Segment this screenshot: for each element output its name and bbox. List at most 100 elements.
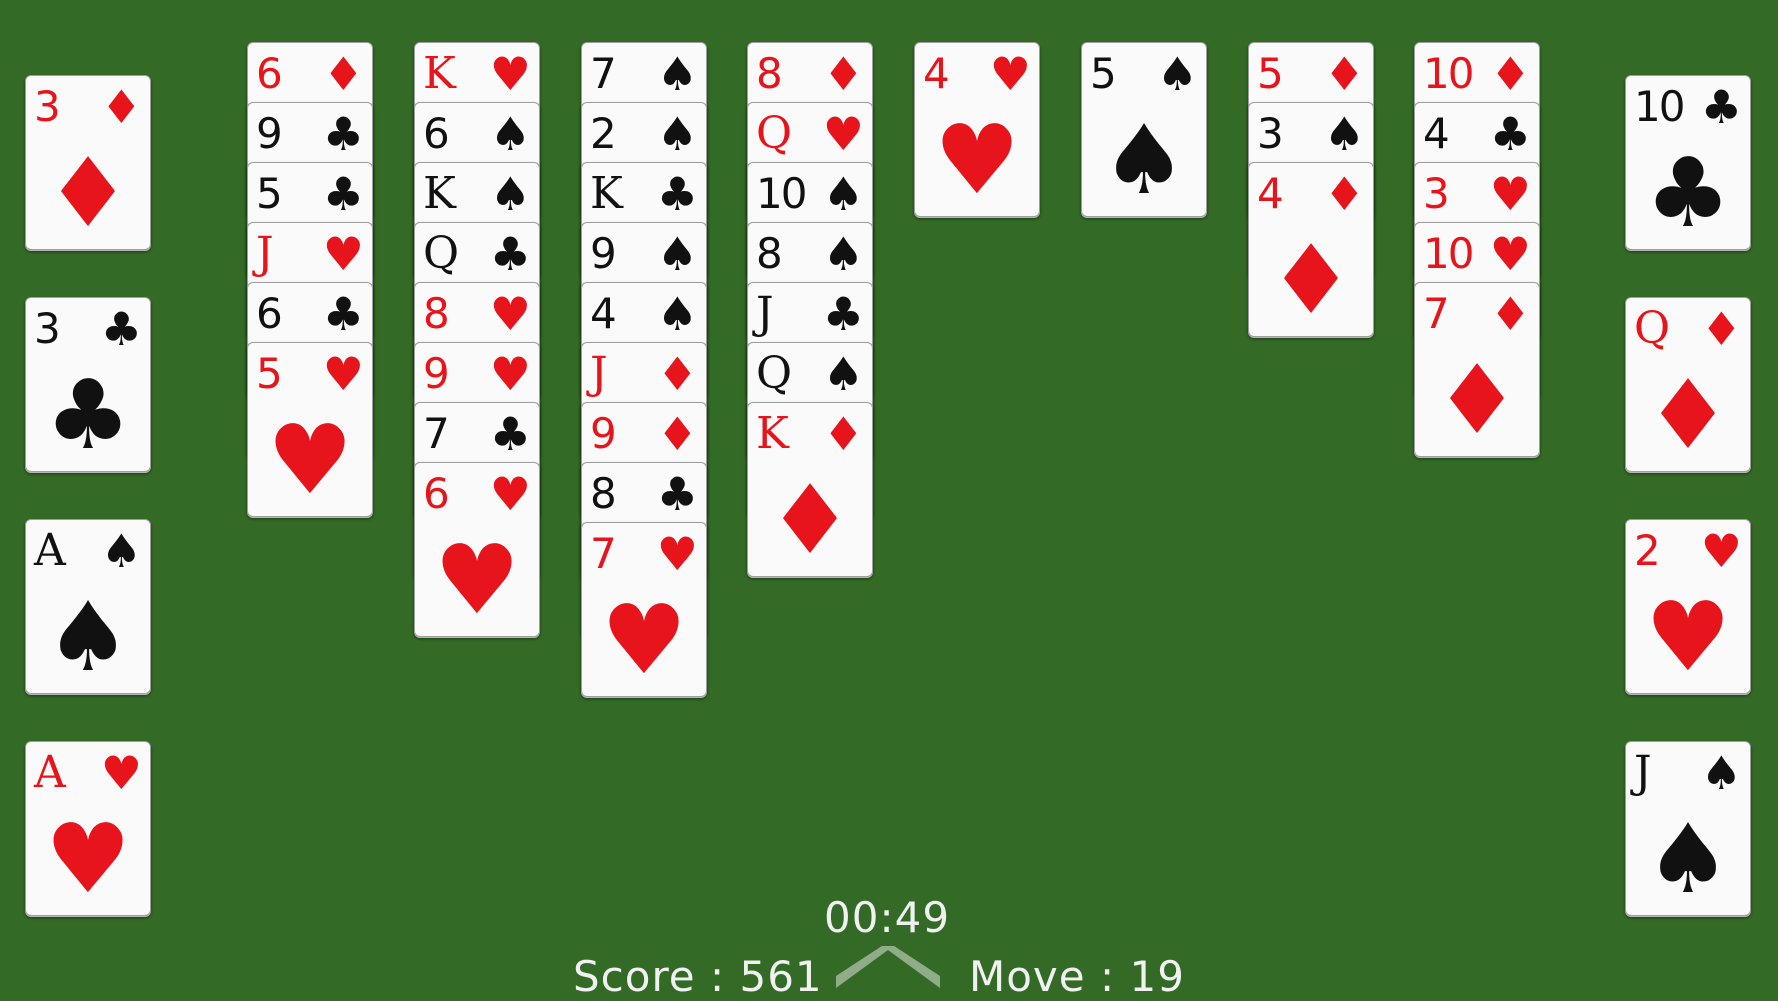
club-icon: ♣ bbox=[1489, 107, 1531, 161]
spade-icon: ♠ bbox=[656, 287, 698, 341]
diamond-icon: ♦ bbox=[656, 407, 698, 461]
score-label: Score : 561 bbox=[573, 952, 823, 1001]
card-2-heart[interactable]: 2 ♥ ♥ bbox=[1625, 519, 1751, 694]
heart-icon: ♥ bbox=[266, 404, 354, 516]
card-Q-diamond[interactable]: Q ♦ ♦ bbox=[1625, 297, 1751, 472]
spade-icon: ♠ bbox=[656, 107, 698, 161]
card-rank: 7 bbox=[590, 529, 617, 578]
heart-icon: ♥ bbox=[1644, 581, 1732, 693]
diamond-icon: ♦ bbox=[766, 464, 854, 576]
heart-icon: ♥ bbox=[989, 47, 1031, 101]
diamond-icon: ♦ bbox=[1644, 359, 1732, 471]
diamond-icon: ♦ bbox=[1323, 167, 1365, 221]
card-rank: 3 bbox=[34, 82, 61, 131]
spade-icon: ♠ bbox=[1644, 803, 1732, 915]
card-rank: J bbox=[1634, 747, 1652, 798]
spade-icon: ♠ bbox=[822, 227, 864, 281]
card-rank: 5 bbox=[256, 349, 283, 398]
chevron-up-icon[interactable] bbox=[836, 946, 940, 992]
heart-icon: ♥ bbox=[1489, 167, 1531, 221]
card-rank: 9 bbox=[256, 109, 283, 158]
card-rank: K bbox=[423, 48, 456, 99]
card-rank: J bbox=[756, 288, 774, 339]
heart-icon: ♥ bbox=[822, 107, 864, 161]
spade-icon: ♠ bbox=[1100, 104, 1188, 216]
spade-icon: ♠ bbox=[489, 167, 531, 221]
heart-icon: ♥ bbox=[489, 467, 531, 521]
card-4-heart[interactable]: 4 ♥ ♥ bbox=[914, 42, 1040, 217]
heart-icon: ♥ bbox=[600, 584, 688, 696]
heart-icon: ♥ bbox=[489, 347, 531, 401]
heart-icon: ♥ bbox=[44, 803, 132, 915]
card-rank: K bbox=[590, 168, 623, 219]
heart-icon: ♥ bbox=[933, 104, 1021, 216]
card-10-club[interactable]: 10 ♣ ♣ bbox=[1625, 75, 1751, 250]
spade-icon: ♠ bbox=[1323, 107, 1365, 161]
heart-icon: ♥ bbox=[322, 347, 364, 401]
diamond-icon: ♦ bbox=[1267, 224, 1355, 336]
card-A-spade[interactable]: A ♠ ♠ bbox=[25, 519, 151, 694]
card-rank: 4 bbox=[590, 289, 617, 338]
club-icon: ♣ bbox=[489, 227, 531, 281]
card-7-diamond[interactable]: 7 ♦ ♦ bbox=[1414, 282, 1540, 457]
move-label: Move : 19 bbox=[969, 952, 1185, 1001]
card-rank: 7 bbox=[590, 49, 617, 98]
card-7-heart[interactable]: 7 ♥ ♥ bbox=[581, 522, 707, 697]
spade-icon: ♠ bbox=[822, 347, 864, 401]
card-3-club[interactable]: 3 ♣ ♣ bbox=[25, 297, 151, 472]
card-rank: 6 bbox=[256, 289, 283, 338]
card-rank: K bbox=[423, 168, 456, 219]
card-J-spade[interactable]: J ♠ ♠ bbox=[1625, 741, 1751, 916]
diamond-icon: ♦ bbox=[322, 47, 364, 101]
card-rank: A bbox=[34, 525, 66, 576]
card-rank: 9 bbox=[423, 349, 450, 398]
heart-icon: ♥ bbox=[322, 227, 364, 281]
card-3-diamond[interactable]: 3 ♦ ♦ bbox=[25, 75, 151, 250]
club-icon: ♣ bbox=[1700, 80, 1742, 134]
spade-icon: ♠ bbox=[656, 227, 698, 281]
heart-icon: ♥ bbox=[1700, 524, 1742, 578]
club-icon: ♣ bbox=[100, 302, 142, 356]
diamond-icon: ♦ bbox=[1433, 344, 1521, 456]
spade-icon: ♠ bbox=[1156, 47, 1198, 101]
card-rank: 8 bbox=[423, 289, 450, 338]
heart-icon: ♥ bbox=[433, 524, 521, 636]
card-A-heart[interactable]: A ♥ ♥ bbox=[25, 741, 151, 916]
card-rank: 9 bbox=[590, 229, 617, 278]
card-rank: 5 bbox=[1090, 49, 1117, 98]
card-rank: 3 bbox=[34, 304, 61, 353]
card-rank: Q bbox=[423, 228, 459, 279]
club-icon: ♣ bbox=[656, 167, 698, 221]
diamond-icon: ♦ bbox=[822, 407, 864, 461]
spade-icon: ♠ bbox=[44, 581, 132, 693]
heart-icon: ♥ bbox=[1489, 227, 1531, 281]
card-rank: 6 bbox=[256, 49, 283, 98]
card-rank: Q bbox=[756, 348, 792, 399]
diamond-icon: ♦ bbox=[100, 80, 142, 134]
club-icon: ♣ bbox=[322, 107, 364, 161]
card-rank: 9 bbox=[590, 409, 617, 458]
heart-icon: ♥ bbox=[489, 47, 531, 101]
heart-icon: ♥ bbox=[100, 746, 142, 800]
diamond-icon: ♦ bbox=[1489, 287, 1531, 341]
card-rank: 10 bbox=[1634, 82, 1685, 131]
card-5-heart[interactable]: 5 ♥ ♥ bbox=[247, 342, 373, 517]
card-rank: 7 bbox=[1423, 289, 1450, 338]
card-4-diamond[interactable]: 4 ♦ ♦ bbox=[1248, 162, 1374, 337]
club-icon: ♣ bbox=[44, 359, 132, 471]
diamond-icon: ♦ bbox=[1323, 47, 1365, 101]
diamond-icon: ♦ bbox=[822, 47, 864, 101]
card-rank: 10 bbox=[1423, 49, 1474, 98]
spade-icon: ♠ bbox=[656, 47, 698, 101]
card-rank: 8 bbox=[756, 49, 783, 98]
diamond-icon: ♦ bbox=[1489, 47, 1531, 101]
card-5-spade[interactable]: 5 ♠ ♠ bbox=[1081, 42, 1207, 217]
spade-icon: ♠ bbox=[822, 167, 864, 221]
card-6-heart[interactable]: 6 ♥ ♥ bbox=[414, 462, 540, 637]
club-icon: ♣ bbox=[1644, 137, 1732, 249]
card-rank: 2 bbox=[1634, 526, 1661, 575]
card-K-diamond[interactable]: K ♦ ♦ bbox=[747, 402, 873, 577]
card-rank: 7 bbox=[423, 409, 450, 458]
club-icon: ♣ bbox=[656, 467, 698, 521]
heart-icon: ♥ bbox=[656, 527, 698, 581]
